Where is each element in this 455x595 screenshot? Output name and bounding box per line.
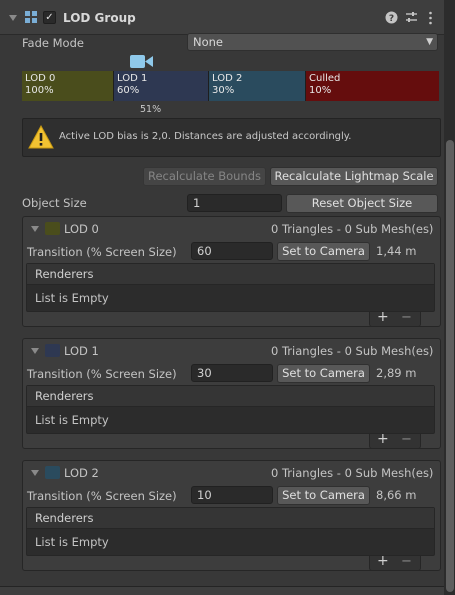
triangle-down-icon[interactable] (31, 470, 39, 476)
transition-field[interactable]: 60 (191, 242, 273, 260)
presets-icon[interactable] (405, 11, 418, 24)
add-icon[interactable]: + (377, 553, 389, 569)
transition-label: Transition (% Screen Size) (27, 245, 177, 259)
lod-bar-name: LOD 1 (117, 73, 148, 84)
lod-bar-segment-lod2[interactable]: LOD 2 30% (209, 71, 306, 101)
component-title: LOD Group (63, 11, 136, 25)
list-footer: + − (369, 431, 421, 449)
set-to-camera-button[interactable]: Set to Camera (277, 364, 370, 383)
list-empty-text: List is Empty (35, 413, 109, 427)
remove-icon[interactable]: − (401, 432, 412, 447)
lod-panel-lod1: LOD 1 0 Triangles - 0 Sub Mesh(es) Trans… (22, 338, 441, 449)
lod-panel-lod0: LOD 0 0 Triangles - 0 Sub Mesh(es) Trans… (22, 216, 441, 327)
svg-text:?: ? (389, 14, 394, 24)
lod-color-swatch (45, 344, 60, 357)
lod-bar-segment-culled[interactable]: Culled 10% (306, 71, 439, 101)
remove-icon[interactable]: − (401, 554, 412, 569)
renderers-header: Renderers (27, 508, 434, 529)
set-to-camera-button[interactable]: Set to Camera (277, 242, 370, 261)
transition-field[interactable]: 30 (191, 364, 273, 382)
lod-mesh-info: 0 Triangles - 0 Sub Mesh(es) (271, 344, 434, 358)
lod-bar-percent: 30% (212, 85, 235, 96)
lod-bar-segment-lod0[interactable]: LOD 0 100% (22, 71, 114, 101)
add-icon[interactable]: + (377, 309, 389, 325)
recalculate-bounds-button[interactable]: Recalculate Bounds (143, 167, 266, 186)
set-to-camera-button[interactable]: Set to Camera (277, 486, 370, 505)
lod-panel-lod2: LOD 2 0 Triangles - 0 Sub Mesh(es) Trans… (22, 460, 441, 571)
camera-icon[interactable] (130, 53, 154, 70)
lod-group-icon (25, 11, 38, 24)
fade-mode-dropdown[interactable]: None ▼ (187, 33, 438, 51)
transition-label: Transition (% Screen Size) (27, 367, 177, 381)
renderers-list: Renderers List is Empty (26, 263, 435, 312)
recalculate-lightmap-scale-button[interactable]: Recalculate Lightmap Scale (270, 167, 438, 186)
triangle-down-icon[interactable] (31, 226, 39, 232)
renderers-list: Renderers List is Empty (26, 507, 435, 556)
lod-bar-segment-lod1[interactable]: LOD 1 60% (114, 71, 209, 101)
lod-name: LOD 1 (64, 344, 99, 358)
fade-mode-label: Fade Mode (22, 36, 84, 50)
lod-bar-name: LOD 2 (212, 73, 243, 84)
kebab-menu-icon[interactable] (428, 11, 433, 25)
lod-bar-name: Culled (309, 73, 341, 84)
lod-mesh-info: 0 Triangles - 0 Sub Mesh(es) (271, 466, 434, 480)
list-empty-text: List is Empty (35, 535, 109, 549)
transition-field[interactable]: 10 (191, 486, 273, 504)
add-icon[interactable]: + (377, 431, 389, 447)
lod-distance: 2,89 m (376, 366, 417, 380)
lod-color-swatch (45, 466, 60, 479)
lod-bar-percent: 10% (309, 85, 332, 96)
help-icon[interactable]: ? (385, 11, 398, 24)
lod-name: LOD 2 (64, 466, 99, 480)
lod-color-swatch (45, 222, 60, 235)
renderers-header: Renderers (27, 264, 434, 285)
foldout-arrow-icon[interactable] (9, 15, 17, 21)
renderers-header: Renderers (27, 386, 434, 407)
scrollbar-thumb[interactable] (446, 140, 454, 592)
warning-text: Active LOD bias is 2,0. Distances are ad… (59, 131, 352, 142)
renderers-list: Renderers List is Empty (26, 385, 435, 434)
lod-distance: 8,66 m (376, 488, 417, 502)
warning-icon (28, 124, 54, 149)
camera-position-label: 51% (140, 104, 162, 115)
list-footer: + − (369, 553, 421, 571)
object-size-field[interactable]: 1 (187, 194, 282, 212)
next-component-header[interactable] (0, 587, 444, 595)
fade-mode-value: None (193, 35, 224, 49)
enabled-checkbox[interactable]: ✓ (43, 11, 56, 24)
chevron-down-icon: ▼ (426, 37, 433, 47)
triangle-down-icon[interactable] (31, 348, 39, 354)
lod-distance: 1,44 m (376, 244, 417, 258)
list-empty-text: List is Empty (35, 291, 109, 305)
lod-bias-warning: Active LOD bias is 2,0. Distances are ad… (22, 118, 441, 157)
object-size-label: Object Size (22, 196, 87, 210)
lod-bar-percent: 100% (25, 85, 54, 96)
lod-name: LOD 0 (64, 222, 99, 236)
list-footer: + − (369, 309, 421, 327)
lod-bar-percent: 60% (117, 85, 140, 96)
remove-icon[interactable]: − (401, 310, 412, 325)
transition-label: Transition (% Screen Size) (27, 489, 177, 503)
reset-object-size-button[interactable]: Reset Object Size (286, 194, 438, 213)
lod-bar-name: LOD 0 (25, 73, 56, 84)
lod-mesh-info: 0 Triangles - 0 Sub Mesh(es) (271, 222, 434, 236)
